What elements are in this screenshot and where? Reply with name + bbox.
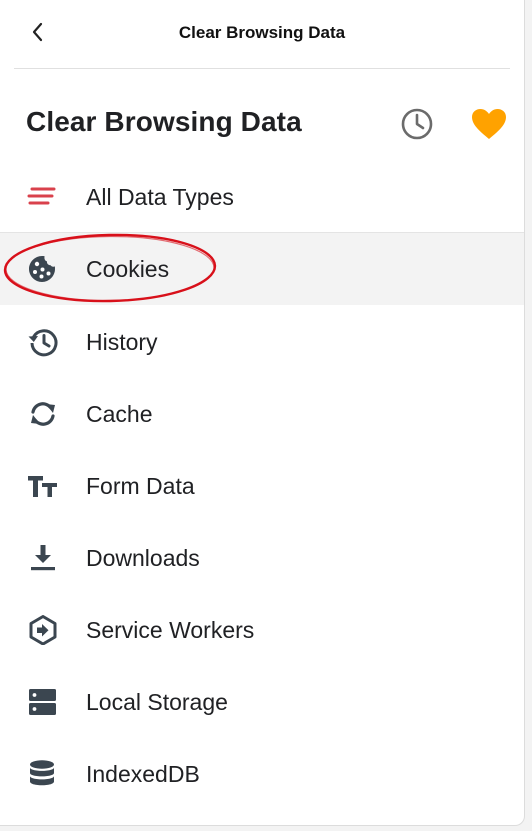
menu-item-label: Cache	[86, 401, 153, 427]
menu-item-indexeddb[interactable]: IndexedDB	[0, 737, 524, 809]
menu-item-cookies[interactable]: Cookies	[0, 232, 524, 305]
menu-item-label: Form Data	[86, 473, 195, 499]
heart-icon	[472, 109, 506, 139]
menu-item-cache[interactable]: Cache	[0, 377, 524, 449]
favorite-button[interactable]	[470, 107, 508, 141]
lines-icon	[26, 182, 60, 212]
divider	[14, 68, 510, 69]
history-icon	[26, 327, 60, 357]
text-size-icon	[26, 471, 60, 501]
storage-icon	[26, 687, 60, 717]
download-icon	[26, 543, 60, 573]
menu-item-label: Downloads	[86, 545, 200, 571]
menu-item-label: Local Storage	[86, 689, 228, 715]
database-icon	[26, 759, 60, 789]
menu-item-local-storage[interactable]: Local Storage	[0, 665, 524, 737]
cookie-icon	[26, 254, 60, 284]
topbar: Clear Browsing Data	[0, 0, 524, 69]
clock-icon	[401, 108, 433, 140]
history-button[interactable]	[399, 106, 435, 142]
menu-item-all-data-types[interactable]: All Data Types	[0, 160, 524, 232]
service-worker-icon	[26, 615, 60, 646]
menu-item-history[interactable]: History	[0, 305, 524, 377]
menu-item-service-workers[interactable]: Service Workers	[0, 593, 524, 665]
refresh-icon	[26, 399, 60, 429]
popup-panel: Clear Browsing Data Clear Browsing Data …	[0, 0, 525, 826]
menu-item-label: All Data Types	[86, 184, 234, 210]
menu-item-form-data[interactable]: Form Data	[0, 449, 524, 521]
menu-item-label: History	[86, 329, 158, 355]
menu-item-downloads[interactable]: Downloads	[0, 521, 524, 593]
page-title: Clear Browsing Data	[26, 106, 302, 137]
menu-item-label: IndexedDB	[86, 761, 200, 787]
topbar-title: Clear Browsing Data	[178, 23, 346, 42]
menu-item-label: Cookies	[86, 256, 170, 282]
menu-item-label: Service Workers	[86, 617, 255, 643]
